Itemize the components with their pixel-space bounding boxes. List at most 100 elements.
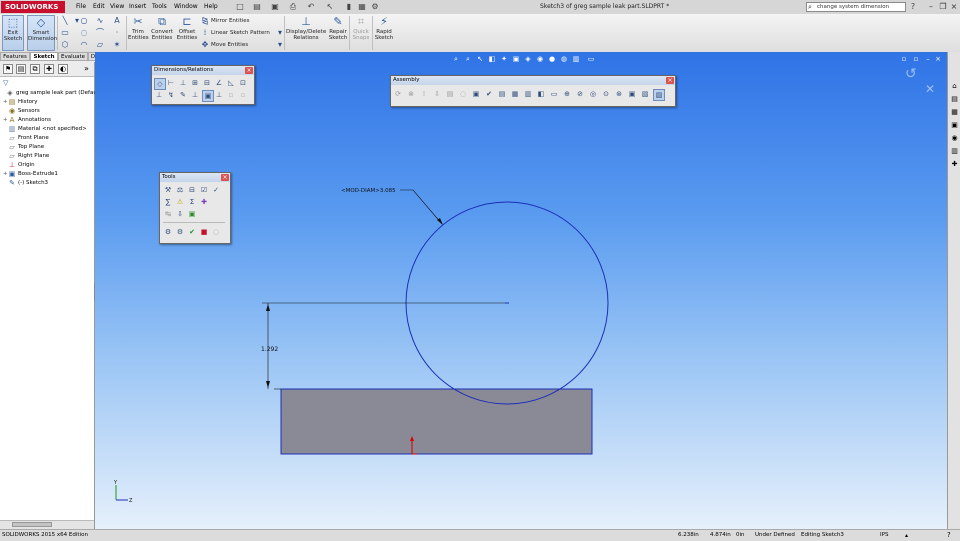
section-properties-icon[interactable]: ⊟	[187, 185, 197, 195]
solidworks-resources-icon[interactable]: ⌂	[950, 82, 959, 91]
sum-icon[interactable]: Σ	[187, 197, 197, 207]
move-component-icon[interactable]: ▤	[445, 89, 455, 99]
tree-item[interactable]: ▱ Front Plane	[3, 134, 48, 143]
quick-snaps-button[interactable]: ⌗ Quick Snaps	[351, 15, 371, 51]
new-document-icon[interactable]: □	[235, 2, 245, 12]
performance-icon[interactable]: ▣	[627, 89, 637, 99]
move-entities-icon[interactable]: ✥	[200, 40, 210, 50]
hole-alignment-icon[interactable]: ◎	[588, 89, 598, 99]
text-icon[interactable]: A	[112, 16, 122, 26]
tree-item[interactable]: ◈ greg sample leak part (Default<	[1, 89, 105, 98]
appearances-icon[interactable]: ◉	[950, 134, 959, 143]
tree-item[interactable]: ▥ Material <not specified>	[3, 125, 87, 134]
tab-sketch[interactable]: Sketch	[30, 52, 58, 61]
tree-item[interactable]: +▤ History	[3, 98, 38, 107]
assembly-features-icon[interactable]: ✔	[484, 89, 494, 99]
polygon-icon[interactable]: ⬡	[60, 40, 70, 50]
filter-icon[interactable]: ▽	[3, 79, 8, 87]
rapid-sketch-button[interactable]: ⚡ Rapid Sketch	[374, 15, 394, 51]
export-icon[interactable]: ▣	[187, 209, 197, 219]
mirror-entities-icon[interactable]: ⧎	[200, 16, 210, 26]
feature-tree-icon[interactable]: ⚑	[3, 64, 13, 74]
scrollbar-thumb[interactable]	[12, 522, 52, 527]
menu-window[interactable]: Window	[174, 2, 198, 12]
add-relation-icon[interactable]: ⊥	[154, 90, 164, 100]
help-icon[interactable]: ?	[908, 2, 918, 12]
spline-icon[interactable]: ∿	[95, 16, 105, 26]
constrain-icon[interactable]: ⊥	[214, 90, 224, 100]
convert-entities-button[interactable]: ⧉ Convert Entities	[150, 15, 174, 51]
close-icon[interactable]: ×	[245, 67, 253, 74]
clearance-icon[interactable]: ⊘	[575, 89, 585, 99]
macro-icon[interactable]: ✚	[199, 197, 209, 207]
tree-item[interactable]: ⊥ Origin	[3, 161, 35, 170]
arc-icon[interactable]: ◠	[79, 40, 89, 50]
custom-properties-icon[interactable]: ▥	[950, 147, 959, 156]
help-icon[interactable]: ?	[947, 530, 951, 541]
view-palette-icon[interactable]: ▣	[950, 121, 959, 130]
horizontal-scrollbar[interactable]	[0, 520, 94, 529]
configuration-manager-icon[interactable]: ⧉	[30, 64, 40, 74]
import-icon[interactable]: ⇩	[175, 209, 185, 219]
menu-tools[interactable]: Tools	[152, 2, 167, 12]
vertical-dimension-value[interactable]: 1.292	[261, 346, 278, 353]
mass-properties-icon[interactable]: ⊛	[614, 89, 624, 99]
line-icon[interactable]: ╲	[60, 16, 70, 26]
ok-icon[interactable]: ✔	[187, 227, 197, 237]
angular-dimension-icon[interactable]: ∠	[214, 78, 224, 88]
linear-sketch-pattern-button[interactable]: Linear Sketch Pattern	[211, 28, 270, 38]
bill-of-materials-icon[interactable]: ▥	[523, 89, 533, 99]
close-icon[interactable]: ×	[221, 174, 229, 181]
interference-icon[interactable]: ⊕	[562, 89, 572, 99]
search-input[interactable]: ⌕ change system dimension	[806, 2, 906, 12]
smart-dimension-button[interactable]: ◇ Smart Dimension	[27, 15, 57, 51]
equations-icon[interactable]: ∑	[163, 197, 173, 207]
forum-icon[interactable]: ✚	[950, 160, 959, 169]
offset-entities-button[interactable]: ⊏ Offset Entities	[176, 15, 198, 51]
exit-sketch-button[interactable]: ⬚ Exit Sketch	[2, 15, 24, 51]
smart-fasteners-icon[interactable]: ⇩	[432, 89, 442, 99]
toolbar-title[interactable]: Dimensions/Relations	[152, 66, 254, 75]
tree-item[interactable]: ▱ Top Plane	[3, 143, 44, 152]
menu-file[interactable]: File	[76, 2, 86, 12]
menu-view[interactable]: View	[110, 2, 124, 12]
menu-help[interactable]: Help	[204, 2, 218, 12]
solidworks-logo[interactable]: SOLIDWORKS	[1, 1, 65, 13]
rebuild-icon[interactable]: ▮	[344, 2, 354, 12]
options-icon[interactable]: ⚙	[370, 2, 380, 12]
mirror-entities-button[interactable]: Mirror Entities	[211, 16, 250, 26]
circle-icon[interactable]: ○	[79, 16, 89, 26]
baseline-dimension-icon[interactable]: ⊞	[190, 78, 200, 88]
restore-button[interactable]: ❐	[938, 2, 948, 12]
undo-icon[interactable]: ↶	[306, 2, 316, 12]
toolbar-title[interactable]: Assembly	[391, 76, 675, 85]
display-relations-icon[interactable]: ✎	[178, 90, 188, 100]
automatic-relations-icon[interactable]: ↯	[166, 90, 176, 100]
section-view-icon[interactable]: ▧	[640, 89, 650, 99]
print-icon[interactable]: ⎙	[288, 2, 298, 12]
fully-define-icon[interactable]: ⊡	[238, 78, 248, 88]
trim-entities-button[interactable]: ✂ Trim Entities	[128, 15, 149, 51]
rectangle-icon[interactable]: ▭	[60, 28, 70, 38]
exploded-view-icon[interactable]: ◧	[536, 89, 546, 99]
smart-dimension-icon[interactable]: ◇	[154, 78, 166, 90]
new-motion-study-icon[interactable]: ▦	[510, 89, 520, 99]
centerline-icon[interactable]: ✶	[112, 40, 122, 50]
mate-icon[interactable]: ⊗	[406, 89, 416, 99]
tab-features[interactable]: Features	[0, 52, 30, 61]
addins-icon[interactable]: ⚙	[175, 227, 185, 237]
file-properties-icon[interactable]: ▦	[357, 2, 367, 12]
check-icon[interactable]: ☑	[199, 185, 209, 195]
repair-sketch-button[interactable]: ✎ Repair Sketch	[328, 15, 348, 51]
warning-icon[interactable]: ⚠	[175, 197, 185, 207]
file-explorer-icon[interactable]: ▦	[950, 108, 959, 117]
chamfer-dimension-icon[interactable]: ◺	[226, 78, 236, 88]
tree-item[interactable]: ◉ Sensors	[3, 107, 40, 116]
move-entities-button[interactable]: Move Entities	[211, 40, 248, 50]
tree-item[interactable]: +▣ Boss-Extrude1	[3, 170, 58, 179]
insert-component-icon[interactable]: ⟳	[393, 89, 403, 99]
linear-pattern-icon[interactable]: ⁞	[419, 89, 429, 99]
close-icon[interactable]: ×	[666, 77, 674, 84]
vertical-dimension-icon[interactable]: ⊥	[178, 78, 188, 88]
close-button[interactable]: ×	[949, 2, 959, 12]
